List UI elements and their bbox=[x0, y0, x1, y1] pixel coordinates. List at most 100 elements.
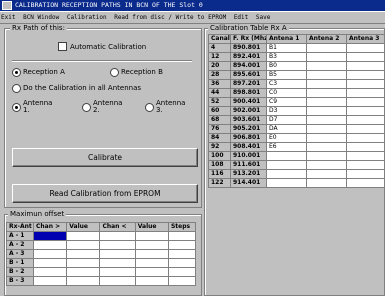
automatic-calibration-checkbox[interactable]: Automatic Calibration bbox=[58, 42, 146, 51]
radio-icon[interactable] bbox=[110, 68, 119, 77]
antena-2-cell[interactable] bbox=[306, 61, 347, 71]
radio-selected-icon[interactable] bbox=[12, 102, 21, 112]
antena-2-cell[interactable] bbox=[306, 133, 347, 143]
antena-2-cell[interactable] bbox=[306, 52, 347, 62]
table-cell[interactable] bbox=[167, 240, 197, 250]
antena-3-cell[interactable] bbox=[346, 169, 385, 179]
antena-1-cell[interactable]: B1 bbox=[266, 43, 307, 53]
table-cell[interactable] bbox=[167, 249, 197, 259]
antena-3-cell[interactable] bbox=[346, 43, 385, 53]
menu-edit[interactable]: Edit bbox=[234, 14, 248, 21]
radio-icon[interactable] bbox=[145, 102, 154, 112]
table-cell[interactable] bbox=[134, 258, 169, 268]
table-cell[interactable] bbox=[66, 231, 101, 241]
antena-2-cell[interactable] bbox=[306, 142, 347, 152]
table-cell[interactable] bbox=[134, 231, 169, 241]
menu-bcn-window[interactable]: BCN Window bbox=[23, 14, 59, 21]
table-cell[interactable] bbox=[167, 276, 197, 286]
table-cell[interactable] bbox=[66, 267, 101, 277]
antenna-2-radio[interactable]: Antenna 2. bbox=[82, 100, 122, 114]
checkbox-box[interactable] bbox=[58, 42, 67, 51]
antena-1-cell[interactable]: C9 bbox=[266, 97, 307, 107]
table-cell[interactable] bbox=[66, 249, 101, 259]
table-cell[interactable] bbox=[32, 249, 68, 259]
antena-2-cell[interactable] bbox=[306, 124, 347, 134]
antena-1-cell[interactable]: C0 bbox=[266, 88, 307, 98]
antena-3-cell[interactable] bbox=[346, 115, 385, 125]
antena-3-cell[interactable] bbox=[346, 160, 385, 170]
table-cell[interactable] bbox=[99, 249, 136, 259]
table-cell[interactable] bbox=[32, 267, 68, 277]
antena-3-cell[interactable] bbox=[346, 178, 385, 188]
calibrate-button[interactable]: Calibrate bbox=[12, 148, 198, 167]
antena-3-cell[interactable] bbox=[346, 133, 385, 143]
antena-2-cell[interactable] bbox=[306, 169, 347, 179]
antena-2-cell[interactable] bbox=[306, 115, 347, 125]
antenna-1-radio[interactable]: Antenna 1. bbox=[12, 100, 52, 114]
antena-1-cell[interactable]: B5 bbox=[266, 70, 307, 80]
antena-2-cell[interactable] bbox=[306, 160, 347, 170]
antena-3-cell[interactable] bbox=[346, 124, 385, 134]
table-cell[interactable] bbox=[167, 231, 197, 241]
antena-3-cell[interactable] bbox=[346, 61, 385, 71]
radio-icon[interactable] bbox=[12, 84, 21, 93]
antena-1-cell[interactable] bbox=[266, 169, 307, 179]
table-cell[interactable] bbox=[66, 276, 101, 286]
read-eprom-button[interactable]: Read Calibration from EPROM bbox=[12, 184, 198, 203]
table-cell[interactable] bbox=[99, 276, 136, 286]
reception-a-radio[interactable]: Reception A bbox=[12, 68, 65, 77]
antena-3-cell[interactable] bbox=[346, 97, 385, 107]
table-cell[interactable] bbox=[134, 267, 169, 277]
table-cell[interactable] bbox=[32, 258, 68, 268]
antena-1-cell[interactable] bbox=[266, 151, 307, 161]
antena-2-cell[interactable] bbox=[306, 43, 347, 53]
menu-exit[interactable]: Exit bbox=[1, 14, 15, 21]
reception-b-radio[interactable]: Reception B bbox=[110, 68, 163, 77]
table-cell[interactable] bbox=[134, 249, 169, 259]
table-cell-selected[interactable] bbox=[32, 231, 68, 241]
table-cell[interactable] bbox=[32, 240, 68, 250]
antena-2-cell[interactable] bbox=[306, 79, 347, 89]
antena-2-cell[interactable] bbox=[306, 151, 347, 161]
antena-3-cell[interactable] bbox=[346, 88, 385, 98]
antena-3-cell[interactable] bbox=[346, 151, 385, 161]
table-cell[interactable] bbox=[99, 240, 136, 250]
radio-selected-icon[interactable] bbox=[12, 68, 21, 77]
antena-1-cell[interactable] bbox=[266, 178, 307, 188]
table-cell[interactable] bbox=[66, 258, 101, 268]
table-cell[interactable] bbox=[66, 240, 101, 250]
antena-2-cell[interactable] bbox=[306, 106, 347, 116]
table-cell[interactable] bbox=[32, 276, 68, 286]
menu-read-write[interactable]: Read from disc / Write to EPROM bbox=[114, 14, 226, 21]
antena-1-cell[interactable]: E0 bbox=[266, 133, 307, 143]
table-cell[interactable] bbox=[99, 267, 136, 277]
table-cell[interactable] bbox=[134, 240, 169, 250]
antena-1-cell[interactable]: B0 bbox=[266, 61, 307, 71]
antena-3-cell[interactable] bbox=[346, 142, 385, 152]
table-cell[interactable] bbox=[167, 267, 197, 277]
antena-2-cell[interactable] bbox=[306, 178, 347, 188]
antenna-3-radio[interactable]: Antenna 3. bbox=[145, 100, 187, 114]
menu-save[interactable]: Save bbox=[256, 14, 270, 21]
antena-1-cell[interactable]: C3 bbox=[266, 79, 307, 89]
table-cell[interactable] bbox=[134, 276, 169, 286]
table-cell[interactable] bbox=[99, 258, 136, 268]
antena-2-cell[interactable] bbox=[306, 88, 347, 98]
antena-2-cell[interactable] bbox=[306, 97, 347, 107]
antena-1-cell[interactable]: D7 bbox=[266, 115, 307, 125]
antena-3-cell[interactable] bbox=[346, 106, 385, 116]
menu-calibration[interactable]: Calibration bbox=[67, 14, 107, 21]
antena-1-cell[interactable]: DA bbox=[266, 124, 307, 134]
antena-1-cell[interactable]: B3 bbox=[266, 52, 307, 62]
all-antennas-radio[interactable]: Do the Calibration in all Antennas bbox=[12, 84, 141, 93]
table-cell[interactable] bbox=[167, 258, 197, 268]
antena-3-cell[interactable] bbox=[346, 52, 385, 62]
antena-3-cell[interactable] bbox=[346, 79, 385, 89]
antena-1-cell[interactable]: E6 bbox=[266, 142, 307, 152]
antena-1-cell[interactable]: D3 bbox=[266, 106, 307, 116]
table-cell[interactable] bbox=[99, 231, 136, 241]
radio-icon[interactable] bbox=[82, 102, 91, 112]
antena-1-cell[interactable] bbox=[266, 160, 307, 170]
antena-2-cell[interactable] bbox=[306, 70, 347, 80]
antena-3-cell[interactable] bbox=[346, 70, 385, 80]
